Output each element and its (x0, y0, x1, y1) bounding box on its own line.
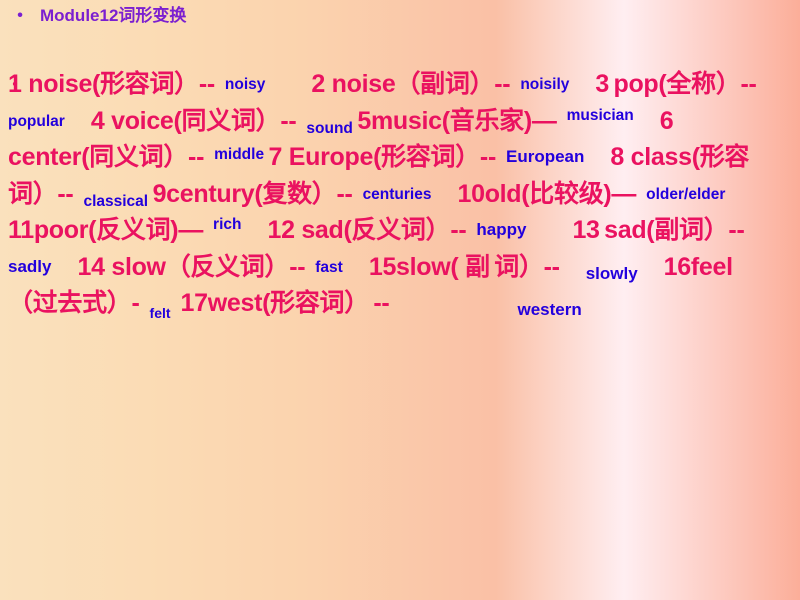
answer-8: classical (83, 192, 149, 210)
answer-1: noisy (224, 76, 266, 93)
question-1: 1 noise(形容词）-- (8, 70, 215, 98)
slide-title-block: • Module12词形变换 (0, 2, 800, 30)
question-17-continued: -- (373, 289, 390, 317)
question-10: 10old(比较级)— (457, 179, 637, 208)
answer-5: musician (566, 106, 634, 124)
question-9: 9century(复数）-- (152, 179, 353, 208)
body-row: • 1 noise(形容词）-- noisy 2 noise（副词）-- noisil… (0, 68, 800, 324)
answer-3: popular (8, 112, 65, 130)
vocabulary-exercise-flow: 1 noise(形容词）-- noisy 2 noise（副词）-- noisily 3… (8, 68, 776, 324)
answer-4: sound (306, 119, 353, 137)
answer-9: centuries (362, 185, 432, 203)
answer-11: rich (213, 216, 242, 233)
bullet-icon: • (17, 7, 23, 24)
answer-15: slowly (585, 263, 638, 283)
question-5: 5music(音乐家)— (357, 106, 557, 135)
question-2: 2 noise（副词）-- (311, 70, 511, 98)
question-3: pop(全称）-- (613, 70, 757, 98)
question-11: 11poor(反义词)— (8, 216, 204, 244)
answer-6: middle (214, 146, 265, 163)
question-14: 14 slow（反义词）-- (77, 252, 306, 281)
answer-13: sadly (8, 256, 52, 276)
page-title: Module12词形变换 (40, 6, 187, 25)
title-row: • Module12词形变换 (0, 2, 800, 30)
answer-16: felt (149, 305, 171, 321)
question-13: sad(副词）-- (604, 216, 745, 244)
answer-2: noisily (520, 76, 570, 93)
slide-body-block: • 1 noise(形容词）-- noisy 2 noise（副词）-- noisil… (0, 68, 800, 324)
question-4: 4 voice(同义词）-- (90, 106, 297, 135)
question-15-continued: 词）-- (494, 252, 560, 281)
question-7: 7 Europe(形容词）-- (268, 143, 497, 171)
answer-17: western (517, 300, 582, 319)
answer-7: European (505, 147, 585, 166)
answer-10: older/elder (646, 185, 726, 203)
question-15: 15slow( 副 (368, 252, 490, 281)
question-12: 12 sad(反义词）-- (267, 216, 467, 244)
answer-14: fast (315, 258, 343, 276)
question-17: 17west(形容词） (180, 289, 370, 317)
question-13-number: 13 (572, 216, 600, 244)
answer-12: happy (476, 220, 527, 239)
question-3-number: 3 (595, 70, 610, 98)
